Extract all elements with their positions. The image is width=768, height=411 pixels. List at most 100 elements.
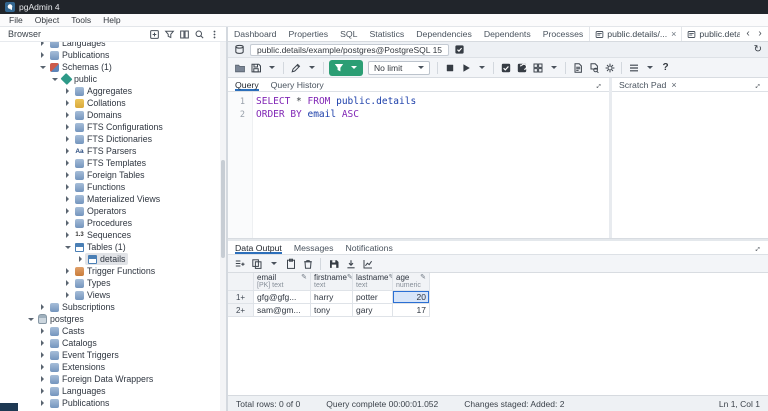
tree-item[interactable]: Sequences — [0, 229, 226, 241]
tree-chevron-icon[interactable] — [63, 148, 72, 154]
tree-chevron-icon[interactable] — [63, 232, 72, 238]
main-tab[interactable]: Dependencies — [410, 27, 478, 41]
delete-row-button[interactable] — [300, 256, 315, 272]
commit-button[interactable] — [498, 60, 513, 76]
connection-select[interactable]: public.details/example/postgres@PostgreS… — [250, 44, 449, 56]
grid-cell[interactable]: gary — [353, 304, 393, 317]
save-results-button[interactable] — [343, 256, 358, 272]
main-tab[interactable]: SQL — [334, 27, 363, 41]
tree-item[interactable]: Extensions — [0, 361, 226, 373]
sql-editor[interactable]: 1SELECT * FROM public.details 2ORDER BY … — [228, 92, 609, 238]
tree-chevron-icon[interactable] — [38, 376, 47, 382]
display-options-button[interactable] — [626, 60, 641, 76]
query-settings-button[interactable] — [602, 60, 617, 76]
tree-chevron-icon[interactable] — [38, 328, 47, 334]
tree-chevron-icon[interactable] — [63, 184, 72, 190]
grid-cell[interactable]: sam@gm... — [254, 304, 311, 317]
tree-chevron-icon[interactable] — [38, 364, 47, 370]
browser-scrollbar[interactable] — [220, 42, 226, 411]
grid-cell[interactable]: gfg@gfg... — [254, 291, 311, 304]
tree-item[interactable]: Event Triggers — [0, 349, 226, 361]
edit-column-icon[interactable] — [420, 273, 426, 282]
tree-item[interactable]: Types — [0, 277, 226, 289]
column-header-lastname[interactable]: lastname text — [353, 273, 393, 291]
tree-chevron-icon[interactable] — [63, 196, 72, 202]
main-tab[interactable]: Dashboard — [228, 27, 283, 41]
expand-panel-icon[interactable] — [591, 78, 604, 91]
stop-button[interactable] — [442, 60, 457, 76]
help-button[interactable]: ? — [658, 60, 673, 76]
tree-chevron-icon[interactable] — [63, 246, 72, 249]
scroll-tabs-left-button[interactable] — [742, 28, 754, 40]
main-tab[interactable]: Properties — [283, 27, 335, 41]
tab-notifications[interactable]: Notifications — [345, 241, 392, 254]
tree-chevron-icon[interactable] — [63, 100, 72, 106]
grid-cell[interactable]: tony — [311, 304, 353, 317]
explain-button[interactable] — [570, 60, 585, 76]
tree-item[interactable]: Domains — [0, 109, 226, 121]
tree-item[interactable]: Schemas (1) — [0, 61, 226, 73]
tree-item[interactable]: FTS Templates — [0, 157, 226, 169]
tree-chevron-icon[interactable] — [63, 292, 72, 298]
tree-chevron-icon[interactable] — [26, 318, 35, 321]
tree-item[interactable]: Tables (1) — [0, 241, 226, 253]
query-tool-tab[interactable]: public.details/... — [589, 27, 681, 41]
save-file-button[interactable] — [248, 60, 263, 76]
tree-item[interactable]: Procedures — [0, 217, 226, 229]
tree-item[interactable]: Languages — [0, 385, 226, 397]
tree-item[interactable]: Languages — [0, 42, 226, 49]
tree-item[interactable]: Views — [0, 289, 226, 301]
tree-item[interactable]: FTS Dictionaries — [0, 133, 226, 145]
column-header-age[interactable]: age numeric — [393, 273, 430, 291]
close-tab-icon[interactable] — [670, 29, 676, 39]
tree-item[interactable]: Catalogs — [0, 337, 226, 349]
tree-item[interactable]: Materialized Views — [0, 193, 226, 205]
tree-chevron-icon[interactable] — [63, 268, 72, 274]
tree-chevron-icon[interactable] — [76, 256, 85, 262]
search-icon[interactable] — [193, 28, 206, 41]
filter-tree-icon[interactable] — [163, 28, 176, 41]
filter-button[interactable] — [331, 60, 346, 76]
tree-item[interactable]: Casts — [0, 325, 226, 337]
explain-analyze-button[interactable] — [586, 60, 601, 76]
column-header-firstname[interactable]: firstname text — [311, 273, 353, 291]
grid-cell-selected[interactable]: 20 — [393, 291, 430, 304]
display-options-dropdown[interactable] — [642, 60, 657, 76]
row-number-cell[interactable]: 1+ — [228, 291, 254, 304]
menu-icon[interactable] — [208, 28, 221, 41]
tree-item[interactable]: Aggregates — [0, 85, 226, 97]
tree-item[interactable]: Functions — [0, 181, 226, 193]
edit-column-icon[interactable] — [347, 273, 353, 282]
tree-chevron-icon[interactable] — [63, 124, 72, 130]
tree-chevron-icon[interactable] — [38, 388, 47, 394]
layout-icon[interactable] — [178, 28, 191, 41]
scratch-pad-input[interactable] — [612, 92, 768, 238]
rollback-button[interactable] — [514, 60, 529, 76]
menu-item[interactable]: File — [3, 15, 29, 25]
tree-chevron-icon[interactable] — [63, 88, 72, 94]
execute-dropdown[interactable] — [474, 60, 489, 76]
tree-chevron-icon[interactable] — [38, 66, 47, 69]
tree-chevron-icon[interactable] — [63, 172, 72, 178]
tab-data-output[interactable]: Data Output — [235, 241, 282, 254]
add-row-button[interactable] — [232, 256, 247, 272]
tree-item[interactable]: postgres — [0, 313, 226, 325]
tree-item[interactable]: Publications — [0, 49, 226, 61]
tree-chevron-icon[interactable] — [38, 304, 47, 310]
tree-chevron-icon[interactable] — [63, 160, 72, 166]
menu-item[interactable]: Object — [29, 15, 66, 25]
tree-item[interactable]: Foreign Data Wrappers — [0, 373, 226, 385]
add-object-icon[interactable] — [148, 28, 161, 41]
limit-select[interactable]: No limit — [368, 61, 430, 75]
copy-button[interactable] — [249, 256, 264, 272]
execute-button[interactable] — [458, 60, 473, 76]
tree-chevron-icon[interactable] — [50, 78, 59, 81]
tree-chevron-icon[interactable] — [63, 220, 72, 226]
main-tab[interactable]: Processes — [537, 27, 590, 41]
macro-dropdown[interactable] — [546, 60, 561, 76]
tree-item[interactable]: Trigger Functions — [0, 265, 226, 277]
tree-chevron-icon[interactable] — [38, 340, 47, 346]
grid-cell[interactable]: 17 — [393, 304, 430, 317]
tab-messages[interactable]: Messages — [294, 241, 334, 254]
grid-cell[interactable]: potter — [353, 291, 393, 304]
